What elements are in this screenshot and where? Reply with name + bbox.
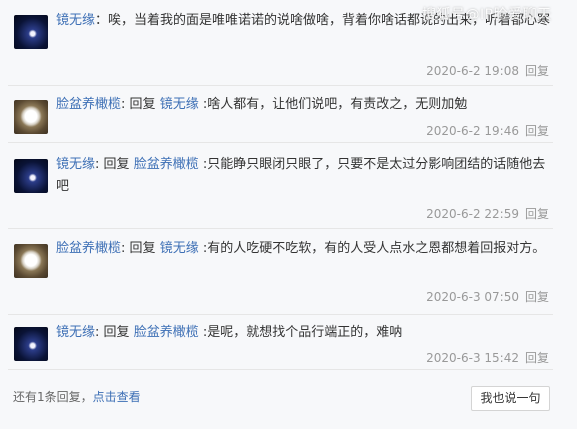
reply-target-link[interactable]: 镜无缘 (160, 97, 199, 112)
reply-target-link[interactable]: 脸盆养橄榄 (134, 157, 199, 172)
reply-author-link[interactable]: 镜无缘 (56, 157, 95, 172)
reply-timestamp: 2020-6-2 19:46 (426, 124, 519, 138)
reply-item: 脸盆养橄榄: 回复 镜无缘 :啥人都有，让他们说吧，有责改之，无则加勉 2020… (0, 86, 577, 143)
reply-meta: 2020-6-3 15:42 回复 (426, 349, 549, 366)
reply-author-link[interactable]: 镜无缘 (56, 325, 95, 340)
more-replies-note: 还有1条回复，点击查看 (13, 388, 141, 405)
reply-meta: 2020-6-2 22:59 回复 (426, 205, 549, 222)
reply-target-link[interactable]: 镜无缘 (160, 241, 199, 256)
reply-item: 镜无缘: 回复 脸盆养橄榄 :只能睁只眼闭只眼了，只要不是太过分影响团结的话随他… (0, 143, 577, 229)
reply-author-link[interactable]: 镜无缘 (56, 13, 95, 28)
reply-verb: 回复 (129, 97, 156, 112)
reply-verb: 回复 (103, 325, 130, 340)
reply-text: :有的人吃硬不吃软，有的人受人点水之恩都想着回报对方。 (202, 241, 546, 256)
reply-content: 镜无缘: 回复 脸盆养橄榄 :是呢，就想找个品行端正的，难呐 (56, 325, 403, 340)
reply-button[interactable]: 回复 (525, 64, 549, 78)
reply-meta: 2020-6-2 19:46 回复 (426, 122, 549, 139)
reply-content: 镜无缘：唉，当着我的面是唯唯诺诺的说啥做啥，背着你啥话都说的出来，听着都心寒 (56, 10, 556, 32)
reply-button[interactable]: 回复 (525, 290, 549, 304)
reply-button[interactable]: 回复 (525, 351, 549, 365)
reply-content: 脸盆养橄榄: 回复 镜无缘 :啥人都有，让他们说吧，有责改之，无则加勉 (56, 97, 468, 112)
reply-meta: 2020-6-3 07:50 回复 (426, 288, 549, 305)
reply-author-link[interactable]: 脸盆养橄榄 (56, 97, 121, 112)
reply-timestamp: 2020-6-3 15:42 (426, 351, 519, 365)
night-sky-avatar[interactable] (14, 159, 48, 193)
reply-timestamp: 2020-6-2 19:08 (426, 64, 519, 78)
reply-item: 镜无缘: 回复 脸盆养橄榄 :是呢，就想找个品行端正的，难呐 2020-6-3 … (0, 315, 577, 370)
reply-target-link[interactable]: 脸盆养橄榄 (134, 325, 199, 340)
reply-item: 镜无缘：唉，当着我的面是唯唯诺诺的说啥做啥，背着你啥话都说的出来，听着都心寒 2… (0, 0, 577, 86)
night-sky-avatar[interactable] (14, 327, 48, 361)
reply-verb: 回复 (129, 241, 156, 256)
view-more-link[interactable]: 点击查看 (93, 390, 141, 404)
reply-content: 镜无缘: 回复 脸盆养橄榄 :只能睁只眼闭只眼了，只要不是太过分影响团结的话随他… (56, 157, 546, 194)
reply-content: 脸盆养橄榄: 回复 镜无缘 :有的人吃硬不吃软，有的人受人点水之恩都想着回报对方… (56, 241, 546, 256)
ball-avatar[interactable] (14, 244, 48, 278)
reply-verb: 回复 (103, 157, 130, 172)
reply-timestamp: 2020-6-3 07:50 (426, 290, 519, 304)
reply-divider (8, 369, 553, 370)
reply-item: 脸盆养橄榄: 回复 镜无缘 :有的人吃硬不吃软，有的人受人点水之恩都想着回报对方… (0, 229, 577, 315)
reply-thread-panel: 镜无缘：唉，当着我的面是唯唯诺诺的说啥做啥，背着你啥话都说的出来，听着都心寒 2… (0, 0, 577, 429)
reply-button[interactable]: 回复 (525, 207, 549, 221)
reply-text: :啥人都有，让他们说吧，有责改之，无则加勉 (202, 97, 468, 112)
reply-timestamp: 2020-6-2 22:59 (426, 207, 519, 221)
reply-meta: 2020-6-2 19:08 回复 (426, 62, 549, 79)
write-reply-button[interactable]: 我也说一句 (471, 386, 550, 411)
night-sky-avatar[interactable] (14, 15, 48, 49)
reply-text: :是呢，就想找个品行端正的，难呐 (202, 325, 403, 340)
reply-author-link[interactable]: 脸盆养橄榄 (56, 241, 121, 256)
reply-text: :只能睁只眼闭只眼了，只要不是太过分影响团结的话随他去吧 (56, 157, 546, 194)
reply-text: ：唉，当着我的面是唯唯诺诺的说啥做啥，背着你啥话都说的出来，听着都心寒 (95, 13, 551, 28)
more-replies-text: 还有1条回复， (13, 390, 93, 404)
ball-avatar[interactable] (14, 100, 48, 134)
reply-button[interactable]: 回复 (525, 124, 549, 138)
